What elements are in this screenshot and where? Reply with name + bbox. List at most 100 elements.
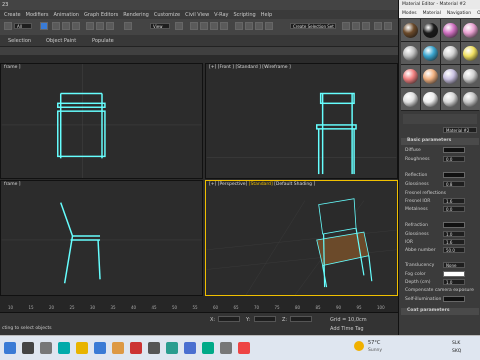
sample-slot[interactable] xyxy=(461,65,480,87)
sample-slot[interactable] xyxy=(401,42,420,64)
sample-slot[interactable] xyxy=(461,42,480,64)
viewport-left[interactable]: frame ] xyxy=(0,180,203,296)
schematic-icon[interactable] xyxy=(352,22,360,30)
sample-slot[interactable] xyxy=(421,88,440,110)
align-icon[interactable] xyxy=(255,22,263,30)
param-value-field[interactable]: 0.8 xyxy=(443,181,465,187)
file-explorer-icon[interactable] xyxy=(76,342,88,354)
window-crossing-icon[interactable] xyxy=(72,22,80,30)
sample-slot[interactable] xyxy=(461,19,480,41)
sample-slot[interactable] xyxy=(441,65,460,87)
sample-slot[interactable] xyxy=(461,88,480,110)
menu-customize[interactable]: Customize xyxy=(154,12,180,18)
app-max-icon[interactable] xyxy=(238,342,250,354)
start-icon[interactable] xyxy=(4,342,16,354)
mat-menu-material[interactable]: Material xyxy=(423,11,441,16)
add-time-tag[interactable]: Add Time Tag xyxy=(330,326,364,332)
viewport-front[interactable]: [+] [Front ] [Standard ] [Wireframe ] xyxy=(205,63,398,179)
param-value-field[interactable]: 1.6 xyxy=(443,198,465,204)
app-3dsmax-icon[interactable] xyxy=(58,342,70,354)
mat-menu-modes[interactable]: Modes xyxy=(402,11,417,16)
snaps-icon[interactable] xyxy=(190,22,198,30)
spinner-snap-icon[interactable] xyxy=(220,22,228,30)
scale-icon[interactable] xyxy=(106,22,114,30)
ribbon-selection[interactable]: Selection xyxy=(8,38,31,44)
menu-modifiers[interactable]: Modifiers xyxy=(26,12,49,18)
param-value-field[interactable]: 0.0 xyxy=(443,206,465,212)
menu-animation[interactable]: Animation xyxy=(53,12,79,18)
app-red-icon[interactable] xyxy=(130,342,142,354)
param-value-field[interactable]: 50.0 xyxy=(443,247,465,253)
sample-slot[interactable] xyxy=(401,65,420,87)
select-object-icon[interactable] xyxy=(40,22,48,30)
param-value-field[interactable]: 1.6 xyxy=(443,239,465,245)
coord-z-field[interactable] xyxy=(290,316,312,322)
viewport-perspective[interactable]: [+] [Perspective] [Standard] [Default Sh… xyxy=(205,180,398,296)
sample-slot[interactable] xyxy=(401,19,420,41)
sample-slot[interactable] xyxy=(421,65,440,87)
percent-snap-icon[interactable] xyxy=(210,22,218,30)
mirror-icon[interactable] xyxy=(245,22,253,30)
menu-vray[interactable]: V-Ray xyxy=(214,12,228,18)
sample-slot[interactable] xyxy=(421,19,440,41)
menu-graph-editors[interactable]: Graph Editors xyxy=(84,12,118,18)
viewport-left-label[interactable]: frame ] xyxy=(4,182,21,187)
app-green-icon[interactable] xyxy=(202,342,214,354)
menu-help[interactable]: Help xyxy=(261,12,272,18)
edit-named-sel-icon[interactable] xyxy=(235,22,243,30)
undo-icon[interactable] xyxy=(4,22,12,30)
basic-parameters-header[interactable]: Basic parameters xyxy=(401,138,479,145)
render-icon[interactable] xyxy=(384,22,392,30)
color-swatch[interactable] xyxy=(443,172,465,178)
menu-scripting[interactable]: Scripting xyxy=(234,12,256,18)
viewport-perspective-label[interactable]: [+] [Perspective] [Standard] [Default Sh… xyxy=(209,182,315,187)
taskview-icon[interactable] xyxy=(40,342,52,354)
material-editor-icon[interactable] xyxy=(362,22,370,30)
ribbon-populate[interactable]: Populate xyxy=(92,38,114,44)
param-value-field[interactable]: 1.0 xyxy=(443,231,465,237)
color-swatch[interactable] xyxy=(443,222,465,228)
ribbon-object-paint[interactable]: Object Paint xyxy=(46,38,76,44)
sample-slot[interactable] xyxy=(441,19,460,41)
sample-slot[interactable] xyxy=(441,42,460,64)
edge-icon[interactable] xyxy=(94,342,106,354)
viewport-top[interactable]: frame ] xyxy=(0,63,203,179)
select-by-name-icon[interactable] xyxy=(52,22,60,30)
weather-temp[interactable]: 57°C xyxy=(368,340,380,346)
viewport-top-label[interactable]: frame ] xyxy=(4,65,21,70)
timeline[interactable]: 10 15 20 25 30 35 40 45 50 55 60 65 70 75 80 85 90 95 100 xyxy=(0,296,398,312)
color-swatch[interactable] xyxy=(443,271,465,277)
app-blue-icon[interactable] xyxy=(184,342,196,354)
sample-slot[interactable] xyxy=(441,88,460,110)
angle-snap-icon[interactable] xyxy=(200,22,208,30)
render-setup-icon[interactable] xyxy=(374,22,382,30)
sample-slot[interactable] xyxy=(421,42,440,64)
search-icon[interactable] xyxy=(22,342,34,354)
lang-top[interactable]: SLK xyxy=(452,341,460,346)
viewport-front-label[interactable]: [+] [Front ] [Standard ] [Wireframe ] xyxy=(209,65,291,70)
mat-menu-navigation[interactable]: Navigation xyxy=(447,11,471,16)
coat-parameters-header[interactable]: Coat parameters xyxy=(401,308,479,315)
rect-selection-icon[interactable] xyxy=(62,22,70,30)
weather-sun-icon[interactable] xyxy=(354,341,364,351)
layer-icon[interactable] xyxy=(265,22,273,30)
color-swatch[interactable] xyxy=(443,147,465,153)
move-icon[interactable] xyxy=(86,22,94,30)
coord-y-field[interactable] xyxy=(254,316,276,322)
sample-slot[interactable] xyxy=(401,88,420,110)
app-gray-icon[interactable] xyxy=(220,342,232,354)
coord-x-field[interactable] xyxy=(218,316,240,322)
brave-icon[interactable] xyxy=(112,342,124,354)
app-teal-icon[interactable] xyxy=(166,342,178,354)
material-name-field[interactable]: Material #2 xyxy=(443,127,477,133)
menu-create[interactable]: Create xyxy=(4,12,21,18)
app-dark-icon[interactable] xyxy=(148,342,160,354)
menu-civil-view[interactable]: Civil View xyxy=(185,12,209,18)
rotate-icon[interactable] xyxy=(96,22,104,30)
place-icon[interactable] xyxy=(124,22,132,30)
named-selection-set[interactable]: Create Selection Set xyxy=(290,23,336,29)
param-value-field[interactable]: None xyxy=(443,262,465,268)
color-swatch[interactable] xyxy=(443,296,465,302)
curve-editor-icon[interactable] xyxy=(342,22,350,30)
reference-coord-select[interactable]: View xyxy=(150,23,170,29)
